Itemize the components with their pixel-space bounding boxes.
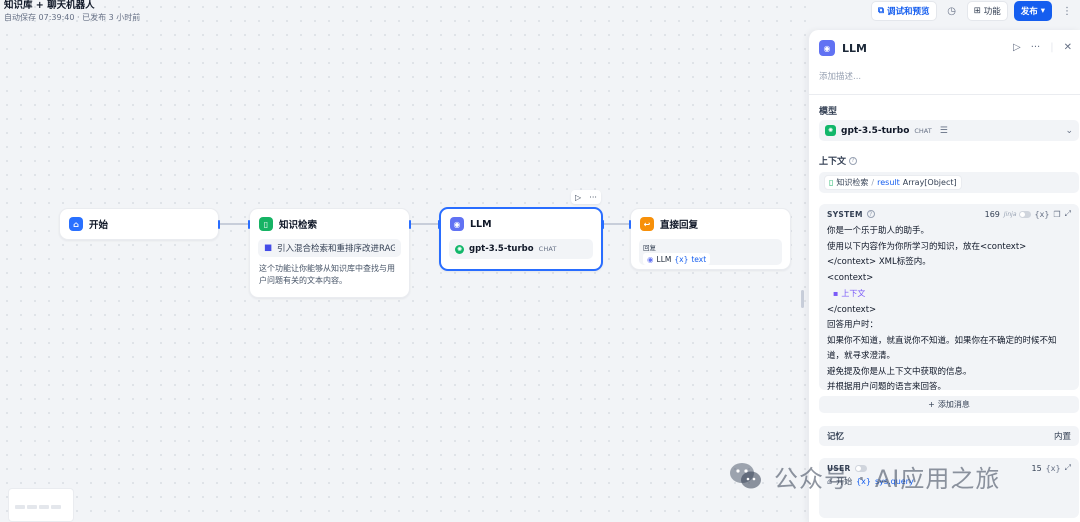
node-description: 这个功能让你能够从知识库中查找与用户问题有关的文本内容。 bbox=[259, 264, 395, 285]
app-header: 知识库 + 聊天机器人 自动保存 07:39:40 · 已发布 3 小时前 bbox=[4, 0, 140, 24]
llm-icon: ◉ bbox=[647, 254, 654, 264]
play-icon[interactable]: ▷ bbox=[1013, 42, 1021, 53]
copy-icon[interactable]: ❐ bbox=[1053, 210, 1060, 219]
wechat-logo-icon bbox=[730, 463, 761, 489]
debug-preview-button[interactable]: ⧉ 调试和预览 bbox=[870, 1, 937, 21]
output-handle[interactable] bbox=[218, 220, 220, 229]
edge-knowledge-llm bbox=[410, 223, 440, 225]
minimap[interactable] bbox=[8, 488, 74, 522]
context-variable[interactable]: ▯ 知识检索 / result Array[Object] bbox=[824, 175, 962, 190]
grid-icon: ⊞ bbox=[973, 6, 981, 16]
divider bbox=[809, 94, 1080, 95]
node-title: LLM bbox=[470, 218, 492, 230]
book-icon: ▯ bbox=[829, 178, 834, 187]
publish-button[interactable]: 发布 ▾ bbox=[1013, 1, 1052, 21]
openai-icon: ✺ bbox=[455, 244, 464, 254]
help-icon[interactable]: ? bbox=[849, 156, 858, 165]
llm-icon: ◉ bbox=[450, 217, 464, 231]
history-icon[interactable]: ◷ bbox=[943, 2, 961, 20]
add-message-button[interactable]: + 添加消息 bbox=[819, 396, 1079, 413]
more-icon[interactable]: ⋮ bbox=[1058, 2, 1076, 20]
memory-row[interactable]: 记忆 内置 bbox=[819, 426, 1079, 446]
input-handle[interactable] bbox=[248, 220, 250, 229]
variable-icon[interactable]: {x} bbox=[1035, 210, 1050, 219]
system-prompt-editor[interactable]: SYSTEM ? 169 Jinja {x} ❐ ⤢ 你是一个乐于助人的助手。 … bbox=[819, 204, 1079, 392]
edge-llm-answer bbox=[602, 223, 630, 225]
variable-icon: {x} bbox=[674, 254, 689, 264]
answer-field: 回复 ◉ LLM {x} text bbox=[639, 239, 782, 265]
chevron-down-icon: ⌄ bbox=[1065, 125, 1073, 136]
chevron-down-icon: ▾ bbox=[1040, 6, 1045, 16]
expand-icon[interactable]: ⤢ bbox=[1065, 463, 1071, 473]
preview-icon: ⧉ bbox=[877, 6, 885, 16]
settings-sliders-icon[interactable]: ☰ bbox=[940, 126, 948, 136]
openai-icon: ✺ bbox=[825, 125, 836, 136]
more-icon[interactable]: ··· bbox=[1031, 42, 1041, 53]
model-selector[interactable]: ✺ gpt-3.5-turbo CHAT ☰ ⌄ bbox=[819, 120, 1079, 141]
node-title: 直接回复 bbox=[660, 220, 699, 231]
variable-icon[interactable]: {x} bbox=[1046, 464, 1061, 473]
panel-header: ◉ LLM bbox=[819, 40, 867, 56]
play-icon[interactable]: ▷ bbox=[575, 193, 581, 202]
model-chip[interactable]: ✺ gpt-3.5-turbo CHAT bbox=[449, 239, 593, 259]
features-button[interactable]: ⊞ 功能 bbox=[966, 1, 1008, 21]
prompt-text[interactable]: 你是一个乐于助人的助手。 使用以下内容作为你所学习的知识，放在<context>… bbox=[819, 224, 1079, 396]
context-selector[interactable]: ▯ 知识检索 / result Array[Object] bbox=[819, 172, 1079, 193]
edge-start-knowledge bbox=[219, 223, 249, 225]
dataset-chip[interactable]: ■ 引入混合检索和重排序改进RAG... bbox=[258, 239, 401, 257]
output-handle[interactable] bbox=[409, 220, 411, 229]
node-direct-answer[interactable]: ↩ 直接回复 回复 ◉ LLM {x} text bbox=[629, 208, 791, 270]
folder-icon: ■ bbox=[264, 243, 273, 253]
context-label: 上下文 ? bbox=[819, 154, 858, 167]
answer-field-label: 回复 bbox=[643, 244, 656, 252]
divider: | bbox=[1050, 42, 1054, 53]
llm-icon: ◉ bbox=[819, 40, 835, 56]
panel-title[interactable]: LLM bbox=[842, 42, 867, 55]
close-icon[interactable]: ✕ bbox=[1064, 42, 1072, 53]
panel-actions: ▷ ··· | ✕ bbox=[1013, 42, 1072, 53]
input-handle[interactable] bbox=[438, 220, 440, 229]
output-handle[interactable] bbox=[602, 220, 604, 229]
node-toolbar: ▷ ··· bbox=[571, 190, 601, 204]
node-title: 知识检索 bbox=[279, 220, 318, 231]
context-variable-block[interactable]: ▪ 上下文 bbox=[827, 286, 865, 302]
home-icon: ⌂ bbox=[69, 217, 83, 231]
token-count: 15 bbox=[1031, 463, 1042, 473]
app-title: 知识库 + 聊天机器人 bbox=[4, 0, 95, 11]
panel-resize-handle[interactable] bbox=[801, 290, 804, 308]
node-title: 开始 bbox=[89, 220, 109, 231]
reply-icon: ↩ bbox=[640, 217, 654, 231]
plus-icon: + bbox=[928, 400, 935, 409]
node-llm[interactable]: ◉ LLM ✺ gpt-3.5-turbo CHAT bbox=[438, 207, 604, 271]
token-count: 169 bbox=[984, 209, 1000, 219]
jinja-toggle[interactable]: Jinja bbox=[1004, 210, 1031, 218]
toolbar: ⧉ 调试和预览 ◷ ⊞ 功能 发布 ▾ ⋮ bbox=[870, 0, 1080, 22]
prompt-role: SYSTEM bbox=[827, 209, 863, 219]
model-label: 模型 bbox=[819, 107, 838, 117]
file-icon: ▪ bbox=[833, 289, 839, 298]
node-start[interactable]: ⌂ 开始 bbox=[59, 208, 220, 240]
description-input[interactable]: 添加描述... bbox=[819, 70, 861, 82]
input-handle[interactable] bbox=[629, 220, 631, 229]
watermark: 公众号 · AI应用之旅 bbox=[726, 456, 1000, 496]
node-knowledge-retrieval[interactable]: ▯ 知识检索 ■ 引入混合检索和重排序改进RAG... 这个功能让你能够从知识库… bbox=[248, 208, 411, 298]
expand-icon[interactable]: ⤢ bbox=[1065, 209, 1071, 219]
node-config-panel: ◉ LLM ▷ ··· | ✕ 添加描述... 模型 ✺ gpt-3.5-tur… bbox=[808, 30, 1080, 522]
autosave-status: 自动保存 07:39:40 · 已发布 3 小时前 bbox=[4, 13, 141, 22]
answer-variable[interactable]: ◉ LLM {x} text bbox=[643, 253, 711, 265]
help-icon[interactable]: ? bbox=[866, 210, 875, 218]
book-icon: ▯ bbox=[259, 217, 273, 231]
more-icon[interactable]: ··· bbox=[589, 193, 597, 202]
